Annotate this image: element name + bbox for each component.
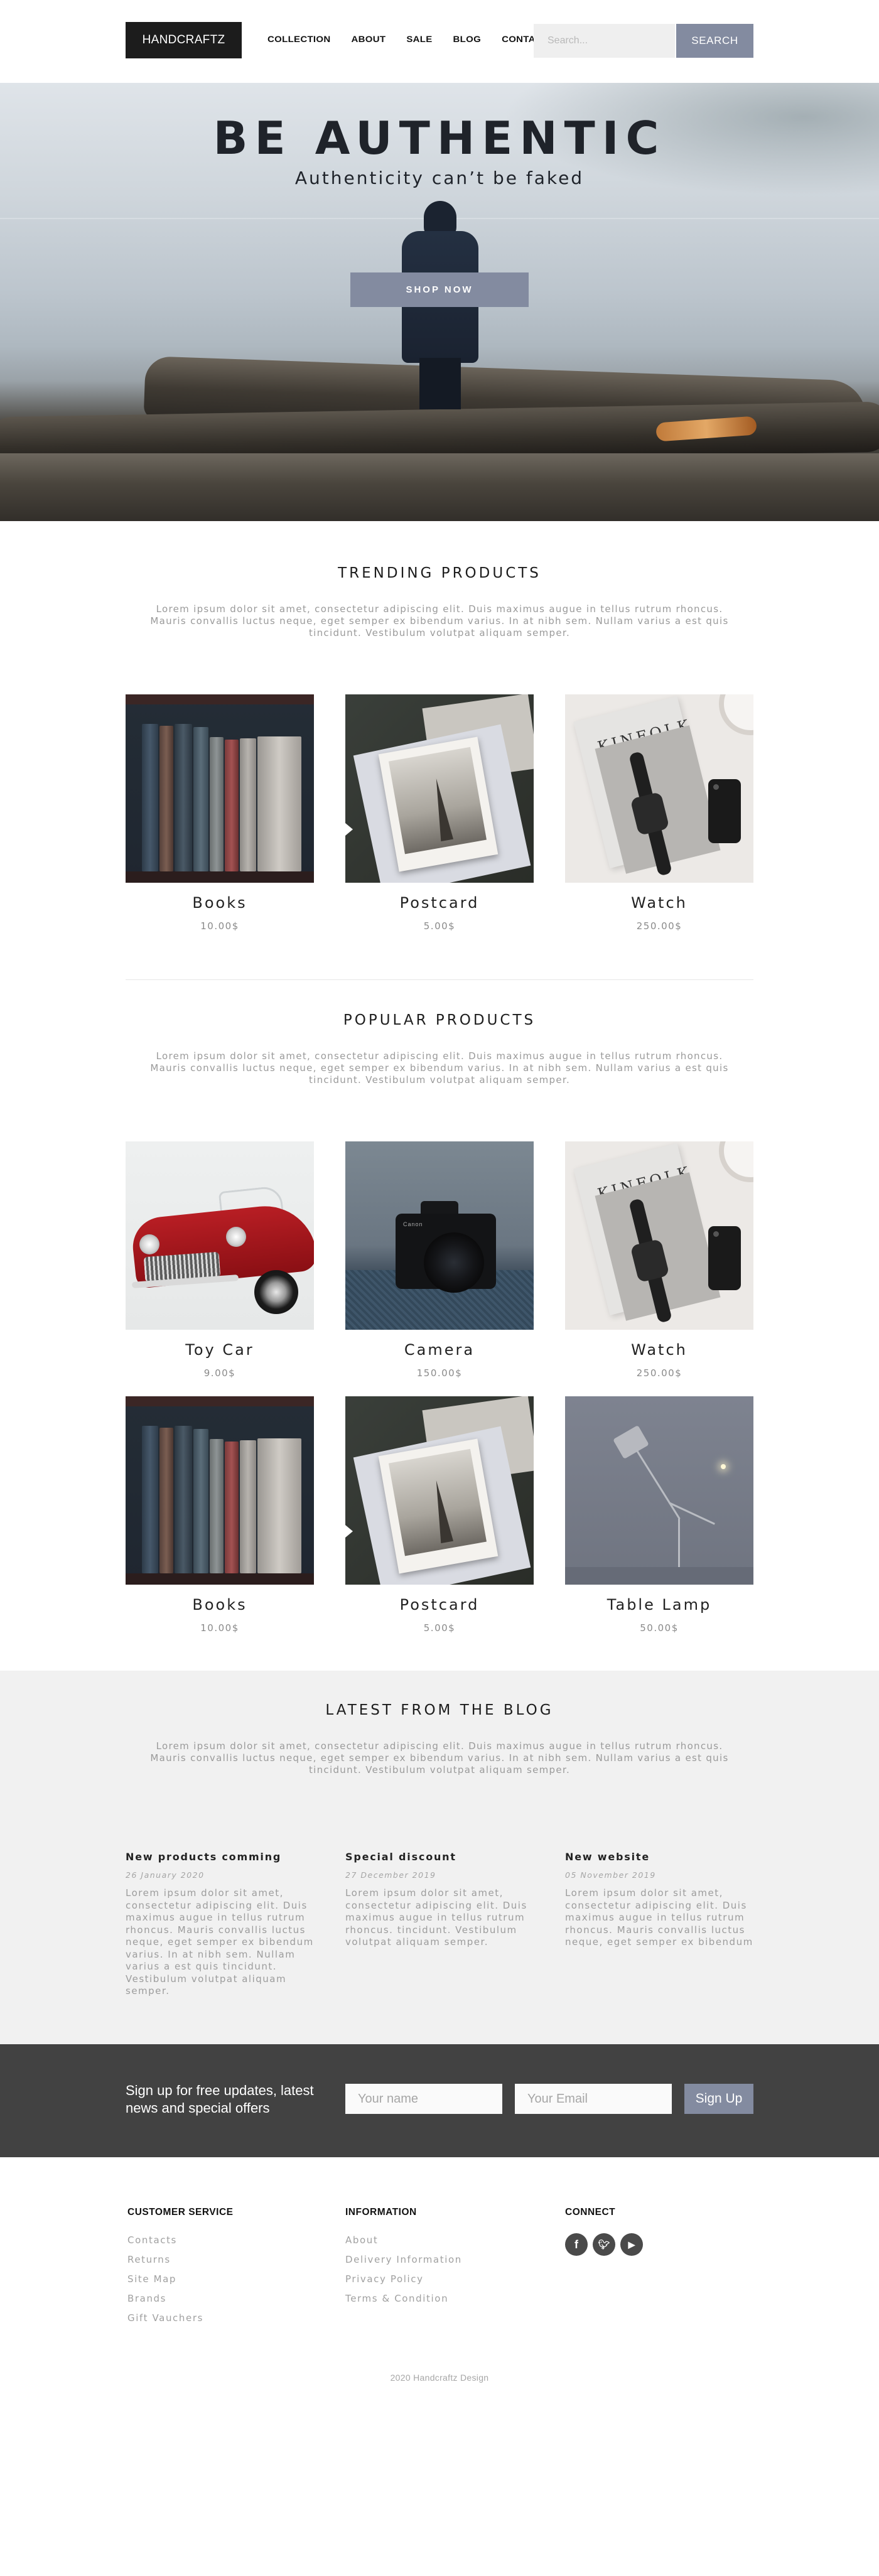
section-divider — [126, 979, 753, 980]
product-image-watch[interactable]: KINFOLK — [565, 694, 753, 883]
product-card-watch[interactable]: KINFOLK Watch 250.00$ — [565, 694, 753, 932]
footer-link-delivery-information[interactable]: Delivery Information — [345, 2254, 462, 2265]
site-header: HANDCRAFTZ COLLECTION ABOUT SALE BLOG CO… — [0, 0, 879, 83]
footer-link-returns[interactable]: Returns — [127, 2254, 234, 2265]
product-name[interactable]: Camera — [345, 1341, 534, 1359]
footer-information: INFORMATION About Delivery Information P… — [345, 2207, 462, 2304]
blog-post-title[interactable]: New products comming — [126, 1851, 320, 1863]
product-card-books[interactable]: Books 10.00$ — [126, 694, 314, 932]
footer-connect: CONNECT f 🐦︎ ▶ — [565, 2207, 643, 2256]
product-price: 150.00$ — [416, 1367, 463, 1379]
blog-post-excerpt: Lorem ipsum dolor sit amet, consectetur … — [565, 1887, 753, 1948]
product-card-books[interactable]: Books 10.00$ — [126, 1396, 314, 1634]
product-image-books[interactable] — [126, 694, 314, 883]
blog-section: LATEST FROM THE BLOG Lorem ipsum dolor s… — [0, 1671, 879, 2044]
product-card-table-lamp[interactable]: Table Lamp 50.00$ — [565, 1396, 753, 1634]
product-price: 5.00$ — [423, 1622, 456, 1634]
newsletter-signup: Sign up for free updates, latest news an… — [0, 2044, 879, 2157]
name-field[interactable]: Your name — [345, 2084, 502, 2114]
footer-link-contacts[interactable]: Contacts — [127, 2234, 234, 2246]
product-name[interactable]: Books — [126, 1596, 314, 1614]
product-name[interactable]: Postcard — [345, 894, 534, 912]
nav-collection[interactable]: COLLECTION — [267, 34, 331, 44]
footer-link-privacy-policy[interactable]: Privacy Policy — [345, 2273, 462, 2285]
product-image-postcard[interactable] — [345, 694, 534, 883]
product-card-camera[interactable]: Canon Camera 150.00$ — [345, 1141, 534, 1379]
footer-link-terms[interactable]: Terms & Condition — [345, 2293, 462, 2304]
sign-up-button[interactable]: Sign Up — [684, 2084, 753, 2114]
product-card-toy-car[interactable]: Toy Car 9.00$ — [126, 1141, 314, 1379]
product-name[interactable]: Toy Car — [126, 1341, 314, 1359]
blog-post[interactable]: New website 05 November 2019 Lorem ipsum… — [565, 1851, 760, 1949]
product-card-postcard[interactable]: Postcard 5.00$ — [345, 1396, 534, 1634]
footer-heading: CONNECT — [565, 2207, 616, 2218]
product-image-table-lamp[interactable] — [565, 1396, 753, 1585]
footer-link-site-map[interactable]: Site Map — [127, 2273, 234, 2285]
blog-post[interactable]: Special discount 27 December 2019 Lorem … — [345, 1851, 540, 1949]
product-price: 250.00$ — [636, 1367, 682, 1379]
blog-post-date: 27 December 2019 — [345, 1870, 436, 1880]
footer-link-brands[interactable]: Brands — [127, 2293, 234, 2304]
footer-link-about[interactable]: About — [345, 2234, 462, 2246]
youtube-icon[interactable]: ▶ — [620, 2233, 643, 2256]
footer-heading: INFORMATION — [345, 2207, 417, 2218]
hero-title: BE AUTHENTIC — [213, 112, 666, 164]
product-image-watch[interactable]: KINFOLK — [565, 1141, 753, 1330]
trending-description: Lorem ipsum dolor sit amet, consectetur … — [150, 603, 729, 639]
logo[interactable]: HANDCRAFTZ — [126, 22, 242, 58]
product-price: 250.00$ — [636, 920, 682, 932]
product-image-toy-car[interactable] — [126, 1141, 314, 1330]
product-name[interactable]: Postcard — [345, 1596, 534, 1614]
footer-customer-service: CUSTOMER SERVICE Contacts Returns Site M… — [127, 2207, 234, 2324]
blog-post-date: 26 January 2020 — [126, 1870, 205, 1880]
blog-post[interactable]: New products comming 26 January 2020 Lor… — [126, 1851, 320, 1998]
trending-title: TRENDING PRODUCTS — [338, 565, 541, 581]
shop-now-button[interactable]: SHOP NOW — [350, 272, 529, 307]
hero-shore — [0, 453, 879, 521]
blog-post-excerpt: Lorem ipsum dolor sit amet, consectetur … — [126, 1887, 314, 1997]
twitter-icon[interactable]: 🐦︎ — [593, 2233, 615, 2256]
search-input[interactable]: Search... — [534, 24, 675, 58]
popular-description: Lorem ipsum dolor sit amet, consectetur … — [150, 1050, 729, 1086]
facebook-icon[interactable]: f — [565, 2233, 588, 2256]
blog-post-date: 05 November 2019 — [565, 1870, 656, 1880]
product-image-postcard[interactable] — [345, 1396, 534, 1585]
product-name[interactable]: Watch — [565, 894, 753, 912]
hero-subtitle: Authenticity can’t be faked — [294, 168, 585, 188]
product-price: 10.00$ — [200, 1622, 239, 1634]
blog-title: LATEST FROM THE BLOG — [325, 1702, 554, 1718]
product-name[interactable]: Watch — [565, 1341, 753, 1359]
product-price: 50.00$ — [640, 1622, 679, 1634]
social-links: f 🐦︎ ▶ — [565, 2233, 643, 2256]
product-card-watch[interactable]: KINFOLK Watch 250.00$ — [565, 1141, 753, 1379]
product-price: 10.00$ — [200, 920, 239, 932]
search-button[interactable]: SEARCH — [676, 24, 753, 58]
product-name[interactable]: Table Lamp — [565, 1596, 753, 1614]
footer-link-gift-vouchers[interactable]: Gift Vauchers — [127, 2312, 234, 2324]
product-price: 9.00$ — [203, 1367, 236, 1379]
product-image-books[interactable] — [126, 1396, 314, 1585]
nav-sale[interactable]: SALE — [406, 34, 432, 44]
footer-heading: CUSTOMER SERVICE — [127, 2207, 234, 2218]
nav-about[interactable]: ABOUT — [352, 34, 386, 44]
blog-description: Lorem ipsum dolor sit amet, consectetur … — [150, 1740, 729, 1776]
product-name[interactable]: Books — [126, 894, 314, 912]
blog-post-title[interactable]: Special discount — [345, 1851, 540, 1863]
product-price: 5.00$ — [423, 920, 456, 932]
nav-blog[interactable]: BLOG — [453, 34, 482, 44]
email-field[interactable]: Your Email — [515, 2084, 672, 2114]
signup-text: Sign up for free updates, latest news an… — [126, 2083, 314, 2116]
hero-banner: BE AUTHENTIC Authenticity can’t be faked… — [0, 83, 879, 521]
blog-post-excerpt: Lorem ipsum dolor sit amet, consectetur … — [345, 1887, 527, 1948]
main-nav: COLLECTION ABOUT SALE BLOG CONTACT — [267, 34, 569, 45]
product-image-camera[interactable]: Canon — [345, 1141, 534, 1330]
product-card-postcard[interactable]: Postcard 5.00$ — [345, 694, 534, 932]
popular-title: POPULAR PRODUCTS — [343, 1012, 536, 1028]
blog-post-title[interactable]: New website — [565, 1851, 760, 1863]
copyright: 2020 Handcraftz Design — [390, 2373, 489, 2383]
